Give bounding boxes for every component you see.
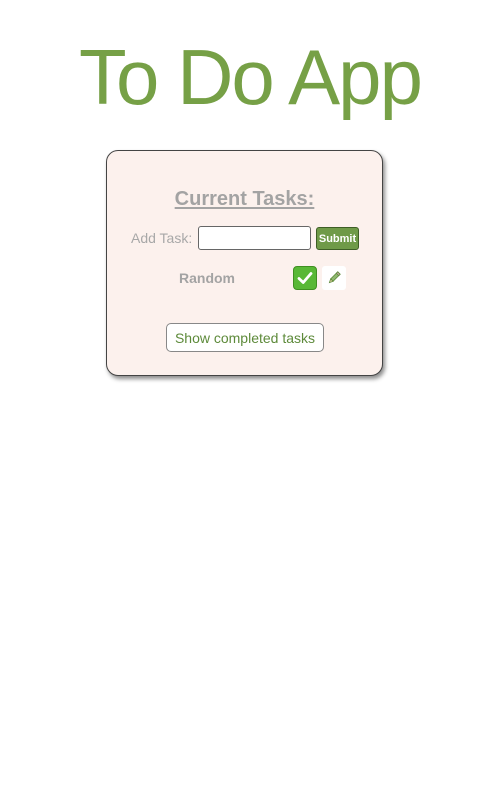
pencil-icon (328, 271, 341, 284)
show-completed-tasks-button[interactable]: Show completed tasks (166, 323, 324, 352)
add-task-input[interactable] (198, 226, 311, 250)
submit-button[interactable]: Submit (316, 227, 359, 250)
check-mark-icon (297, 272, 313, 284)
app-title: To Do App (79, 33, 423, 121)
task-name: Random (179, 270, 235, 286)
add-task-label: Add Task: (131, 230, 193, 246)
edit-task-button[interactable] (322, 266, 346, 290)
complete-task-button[interactable] (293, 266, 317, 290)
current-tasks-heading: Current Tasks: (174, 188, 315, 210)
